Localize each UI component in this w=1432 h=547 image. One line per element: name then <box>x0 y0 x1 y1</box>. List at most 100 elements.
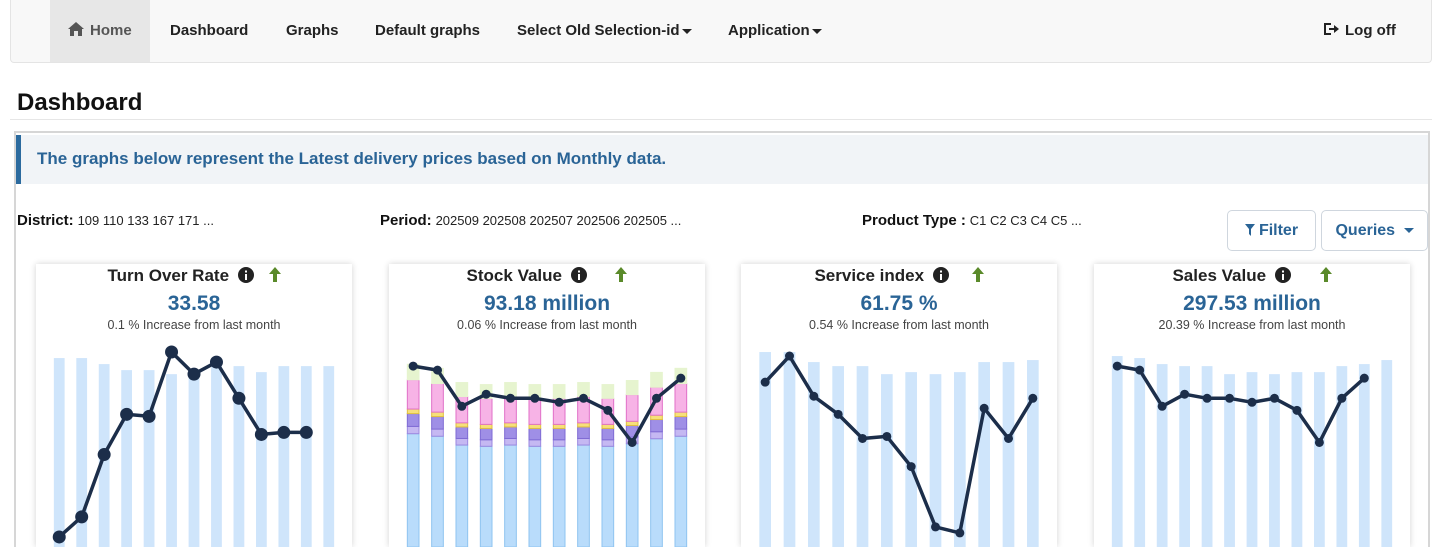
card-title-text: Sales Value <box>1172 266 1267 285</box>
card-title: Stock Value <box>389 266 705 286</box>
chart-bar-segment <box>455 382 469 398</box>
chart-bar-segment <box>650 371 663 388</box>
chart-bar-segment <box>455 422 469 428</box>
chart-bar-segment <box>625 420 639 426</box>
nav-dashboard[interactable]: Dashboard <box>170 0 248 62</box>
chart-point <box>979 403 989 413</box>
chart-point <box>955 528 965 538</box>
chart-bar-segment <box>601 439 615 447</box>
chart-bar-segment <box>552 427 566 441</box>
chart-bar-segment <box>601 427 615 441</box>
chart-point <box>1202 393 1212 403</box>
chart-bar-segment <box>479 397 493 425</box>
district-value: 109 110 133 167 171 ... <box>77 213 214 228</box>
chart-point <box>579 393 588 403</box>
chart-bar <box>880 374 893 547</box>
chart-bar <box>211 362 222 547</box>
logoff-link[interactable]: Log off <box>1323 0 1396 62</box>
nav-graphs[interactable]: Graphs <box>286 0 339 62</box>
chart-point <box>408 361 418 371</box>
chart-point <box>1157 401 1167 411</box>
chart-series-line <box>1116 364 1366 445</box>
chart-bar-segment <box>625 443 639 547</box>
chart-point <box>833 409 843 419</box>
chart-point <box>603 405 613 415</box>
card-service-index: Service index 61.75 % 0.54 % Increase fr… <box>741 264 1057 547</box>
info-icon[interactable] <box>570 267 587 283</box>
home-icon <box>68 22 84 36</box>
chart-bar-segment <box>577 444 590 547</box>
product-type-value: C1 C2 C3 C4 C5 ... <box>969 213 1082 228</box>
chart-bar <box>1002 362 1015 547</box>
chart-bar-segment <box>504 437 517 446</box>
chart-bar-segment <box>431 411 444 418</box>
chart-bar <box>783 352 796 547</box>
card-value: 33.58 <box>167 292 221 315</box>
card-subtitle: 20.39 % Increase from last month <box>1158 318 1346 332</box>
chart-bar-segment <box>479 423 493 429</box>
chart-point <box>165 345 179 359</box>
chart-point <box>1269 393 1279 403</box>
info-icon[interactable] <box>237 267 254 283</box>
chart-bar <box>1156 364 1168 547</box>
funnel-icon <box>1244 224 1255 236</box>
chart-point <box>97 448 111 462</box>
chart-bar-segment <box>528 423 542 429</box>
chart-bar-segment <box>455 437 469 446</box>
info-icon[interactable] <box>1274 267 1291 283</box>
chart-bar-segment <box>552 384 566 399</box>
title-divider <box>10 119 1432 120</box>
nav-home[interactable]: Home <box>50 0 150 62</box>
chart-point <box>652 393 661 403</box>
card-title: Sales Value <box>1094 266 1410 286</box>
nav-default-graphs[interactable]: Default graphs <box>375 0 480 62</box>
chart-bar <box>832 366 845 547</box>
chart-bar-segment <box>479 439 493 447</box>
chevron-down-icon <box>681 28 692 34</box>
queries-dropdown[interactable]: Queries <box>1321 210 1428 251</box>
filter-button[interactable]: Filter <box>1227 210 1316 251</box>
chart-point <box>1314 437 1324 447</box>
chart-point <box>785 351 794 361</box>
chart-series-line <box>58 350 307 539</box>
chart-bar-segment <box>601 384 615 399</box>
product-type-label: Product Type : <box>862 212 966 229</box>
chart-bar-segment <box>577 422 590 428</box>
chart-bar-segment <box>625 394 639 422</box>
period-value: 202509 202508 202507 202506 202505 ... <box>435 213 682 228</box>
chart-point <box>760 377 770 387</box>
info-icon[interactable] <box>932 267 949 283</box>
filter-button-label: Filter <box>1258 222 1299 239</box>
card-value: 93.18 million <box>483 292 611 315</box>
chart-bar-segment <box>504 426 517 439</box>
chart-bar <box>1134 358 1146 547</box>
chart-bar <box>300 366 312 547</box>
chart-point <box>1337 393 1347 403</box>
card-title-text: Turn Over Rate <box>107 266 230 285</box>
nav-select-old-selection[interactable]: Select Old Selection-id <box>517 0 692 62</box>
nav-application-label: Application <box>728 22 810 39</box>
stock-value-chart <box>406 361 688 547</box>
chart-bar <box>1313 372 1325 547</box>
chart-bar-segment <box>431 383 444 413</box>
logoff-label: Log off <box>1345 22 1396 39</box>
chart-bar <box>1201 366 1213 547</box>
chart-point <box>906 462 916 472</box>
chart-bar-segment <box>504 422 517 428</box>
card-value: 297.53 million <box>1183 292 1321 315</box>
chart-bar-segment <box>479 427 493 441</box>
arrow-up-icon <box>615 267 628 282</box>
chart-bar <box>53 358 65 547</box>
turnover-chart <box>52 345 335 547</box>
chart-bar-segment <box>406 433 420 547</box>
card-sales-value: Sales Value 297.53 million 20.39 % Incre… <box>1094 264 1410 547</box>
card-subtitle: 0.06 % Increase from last month <box>457 318 637 332</box>
chart-point <box>1004 433 1013 443</box>
nav-application[interactable]: Application <box>728 0 822 62</box>
chart-series-line <box>763 354 1035 535</box>
chart-point <box>232 391 246 405</box>
chart-bar-segment <box>601 423 615 429</box>
chart-point <box>209 355 223 369</box>
chart-point <box>433 365 442 375</box>
card-turnover: Turn Over Rate 33.58 0.1 % Increase from… <box>36 264 352 547</box>
